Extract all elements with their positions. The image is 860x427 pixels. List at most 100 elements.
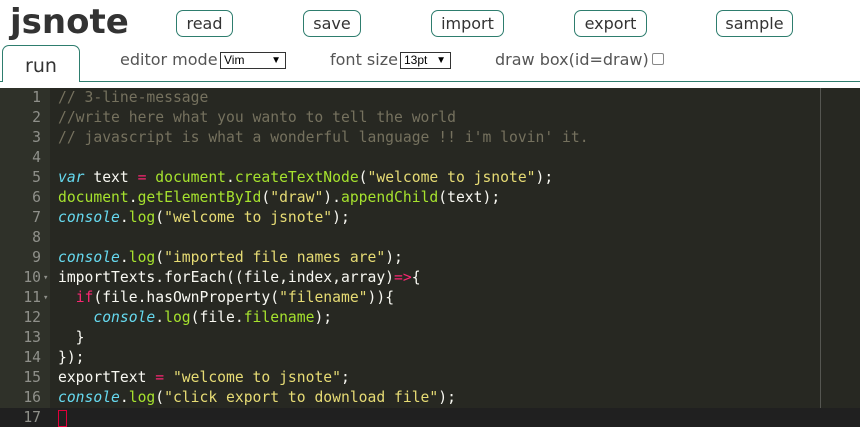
code-token: . bbox=[119, 209, 129, 226]
line-number: 2 bbox=[32, 109, 41, 126]
code-line[interactable]: 12 console.log(file.filename); bbox=[0, 308, 860, 328]
code-line[interactable]: 4 bbox=[0, 148, 860, 168]
code-token: { bbox=[411, 269, 421, 286]
run-tab[interactable]: run bbox=[2, 45, 80, 82]
code-token: "imported file names are" bbox=[164, 249, 386, 266]
code-token: ( bbox=[358, 169, 368, 186]
code-line[interactable]: 6 document.getElementById("draw").appendC… bbox=[0, 188, 860, 208]
code-token: ( bbox=[155, 209, 165, 226]
fold-toggle-icon[interactable]: ▾ bbox=[43, 288, 48, 308]
code-token: text bbox=[84, 169, 138, 186]
code-token: log bbox=[128, 389, 156, 406]
line-number: 14 bbox=[23, 349, 41, 366]
code-token: log bbox=[128, 249, 156, 266]
code-text: console.log(file.filename); bbox=[58, 308, 332, 328]
code-token: var bbox=[58, 169, 85, 186]
code-token: console bbox=[58, 209, 120, 226]
code-token: createTextNode bbox=[234, 169, 359, 186]
code-token: = bbox=[155, 369, 165, 386]
font-size-value: 13pt bbox=[404, 53, 428, 67]
code-token: console bbox=[58, 249, 120, 266]
code-line[interactable]: 15 exportText = "welcome to jsnote"; bbox=[0, 368, 860, 388]
code-token: ); bbox=[314, 309, 333, 326]
code-token: if bbox=[75, 289, 94, 306]
line-number: 11 bbox=[23, 289, 41, 306]
code-token: ); bbox=[332, 209, 350, 226]
code-token: document bbox=[155, 169, 227, 186]
code-token: ( bbox=[261, 189, 271, 206]
code-text: var text = document.createTextNode("welc… bbox=[58, 168, 553, 188]
code-token: ). bbox=[323, 189, 341, 206]
code-token: document bbox=[58, 189, 129, 206]
code-token: "welcome to jsnote" bbox=[172, 369, 341, 386]
code-text: //write here what you wanto to tell the … bbox=[58, 108, 456, 128]
font-size-select[interactable]: 13pt ▼ bbox=[400, 52, 451, 69]
line-number: 16 bbox=[23, 389, 41, 406]
code-token: // 3-line-message bbox=[58, 89, 209, 106]
code-token: importTexts.forEach((file,index,array) bbox=[58, 269, 395, 286]
line-number: 17 bbox=[23, 409, 41, 426]
code-token: log bbox=[164, 309, 191, 326]
sample-button[interactable]: sample bbox=[716, 10, 793, 37]
code-token: exportText bbox=[58, 369, 156, 386]
code-token: (text); bbox=[438, 189, 501, 206]
line-number: 6 bbox=[32, 189, 41, 206]
line-number: 4 bbox=[32, 149, 41, 166]
code-token: (file. bbox=[190, 309, 244, 326]
tab-divider bbox=[0, 81, 860, 82]
draw-box-label: draw box(id=draw) bbox=[495, 50, 649, 69]
code-line[interactable]: 3 // javascript is what a wonderful langu… bbox=[0, 128, 860, 148]
code-line[interactable]: 10 ▾ importTexts.forEach((file,index,array… bbox=[0, 268, 860, 288]
code-line[interactable]: 14}); bbox=[0, 348, 860, 368]
code-token: }); bbox=[58, 349, 85, 366]
code-token: (file.hasOwnProperty( bbox=[93, 289, 280, 306]
line-number: 5 bbox=[32, 169, 41, 186]
code-line[interactable]: 16 console.log("click export to download … bbox=[0, 388, 860, 408]
code-line[interactable]: 17 bbox=[0, 408, 860, 427]
code-token: "welcome to jsnote" bbox=[367, 169, 536, 186]
code-text: console.log("imported file names are"); bbox=[58, 248, 403, 268]
code-line[interactable]: 5 var text = document.createTextNode("wel… bbox=[0, 168, 860, 188]
code-token: ( bbox=[155, 249, 165, 266]
editor-mode-select[interactable]: Vim ▼ bbox=[220, 52, 286, 69]
code-line[interactable]: 8 bbox=[0, 228, 860, 248]
export-button[interactable]: export bbox=[574, 10, 647, 37]
line-number: 12 bbox=[23, 309, 41, 326]
chevron-down-icon: ▼ bbox=[271, 55, 281, 66]
editor-mode-value: Vim bbox=[224, 53, 245, 67]
line-number: 13 bbox=[23, 329, 41, 346]
code-token: ( bbox=[155, 389, 165, 406]
line-number: 10 bbox=[23, 269, 41, 286]
code-token: appendChild bbox=[340, 189, 439, 206]
code-line[interactable]: 1 // 3-line-message bbox=[0, 88, 860, 108]
code-text: console.log("click export to download fi… bbox=[58, 388, 456, 408]
code-text: importTexts.forEach((file,index,array)=>… bbox=[58, 268, 421, 288]
code-token: log bbox=[128, 209, 156, 226]
code-token: . bbox=[128, 189, 138, 206]
code-token: console bbox=[93, 309, 156, 326]
fold-toggle-icon[interactable]: ▾ bbox=[43, 268, 48, 288]
code-token: ; bbox=[340, 369, 350, 386]
code-line[interactable]: 9 console.log("imported file names are"); bbox=[0, 248, 860, 268]
editor-mode-label: editor mode bbox=[120, 50, 218, 69]
line-number: 15 bbox=[23, 369, 41, 386]
code-text: if(file.hasOwnProperty("filename")){ bbox=[58, 288, 394, 308]
code-token: filename bbox=[243, 309, 315, 326]
code-text: // javascript is what a wonderful langua… bbox=[58, 128, 589, 148]
code-token: // javascript is what a wonderful langua… bbox=[58, 129, 589, 146]
save-button[interactable]: save bbox=[303, 10, 361, 37]
code-line[interactable]: 2 //write here what you wanto to tell the… bbox=[0, 108, 860, 128]
import-button[interactable]: import bbox=[431, 10, 504, 37]
draw-box-checkbox[interactable] bbox=[652, 53, 664, 65]
code-text: exportText = "welcome to jsnote"; bbox=[58, 368, 350, 388]
code-token: "welcome to jsnote" bbox=[164, 209, 333, 226]
code-editor[interactable]: 1 // 3-line-message 2 //write here what you… bbox=[0, 88, 860, 427]
code-text: // 3-line-message bbox=[58, 88, 208, 108]
code-token: )){ bbox=[367, 289, 395, 306]
code-line[interactable]: 7 console.log("welcome to jsnote"); bbox=[0, 208, 860, 228]
code-line[interactable]: 11 ▾ if(file.hasOwnProperty("filename")){ bbox=[0, 288, 860, 308]
code-line[interactable]: 13 } bbox=[0, 328, 860, 348]
read-button[interactable]: read bbox=[176, 10, 233, 37]
